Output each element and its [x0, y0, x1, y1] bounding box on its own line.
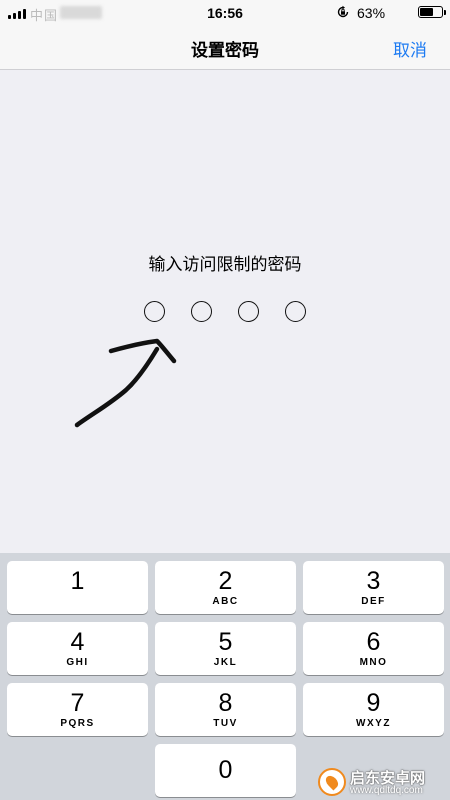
- passcode-dot: [191, 301, 212, 322]
- key-digit: 6: [366, 628, 381, 656]
- key-7[interactable]: 7 PQRS: [7, 683, 148, 736]
- key-letters: TUV: [213, 718, 238, 729]
- passcode-prompt: 输入访问限制的密码: [148, 255, 302, 274]
- battery-icon: [418, 6, 443, 18]
- key-letters: PQRS: [60, 718, 95, 729]
- key-8[interactable]: 8 TUV: [155, 683, 296, 736]
- rotation-lock-icon: [337, 5, 349, 18]
- key-1[interactable]: 1: [7, 561, 148, 614]
- cancel-button[interactable]: 取消: [393, 36, 427, 61]
- key-digit: 8: [218, 689, 233, 717]
- key-6[interactable]: 6 MNO: [303, 622, 444, 675]
- key-digit: 2: [218, 567, 233, 595]
- key-letters: WXYZ: [356, 718, 391, 729]
- key-digit: 0: [218, 756, 233, 784]
- passcode-dot: [285, 301, 306, 322]
- watermark-logo-icon: [318, 768, 346, 796]
- battery-tip: [444, 10, 446, 15]
- watermark: 启东安卓网 www.qdltdq.com: [318, 764, 450, 800]
- key-digit: 3: [366, 567, 381, 595]
- numeric-keypad: 1 2 ABC 3 DEF 4 GHI 5 JKL 6 MNO 7 PQRS 8 TUV 9 WXYZ 0: [0, 553, 450, 800]
- key-digit: 5: [218, 628, 233, 656]
- key-digit: 9: [366, 689, 381, 717]
- key-digit: 4: [70, 628, 85, 656]
- key-letters: MNO: [359, 657, 388, 668]
- key-letters: DEF: [361, 596, 386, 607]
- key-letters: ABC: [212, 596, 239, 607]
- key-9[interactable]: 9 WXYZ: [303, 683, 444, 736]
- key-2[interactable]: 2 ABC: [155, 561, 296, 614]
- status-bar: 中国 16:56 63%: [0, 0, 450, 26]
- hand-drawn-arrow-icon: [74, 338, 177, 428]
- passcode-dot: [144, 301, 165, 322]
- key-digit: 1: [70, 567, 85, 595]
- key-letters: GHI: [66, 657, 89, 668]
- passcode-dot: [238, 301, 259, 322]
- key-4[interactable]: 4 GHI: [7, 622, 148, 675]
- page-title: 设置密码: [191, 41, 259, 60]
- key-5[interactable]: 5 JKL: [155, 622, 296, 675]
- key-letters: JKL: [213, 657, 238, 668]
- passcode-dots: [144, 301, 306, 323]
- battery-percent: 63%: [357, 5, 386, 21]
- watermark-url: www.qdltdq.com: [350, 785, 423, 796]
- key-digit: 7: [70, 689, 85, 717]
- key-3[interactable]: 3 DEF: [303, 561, 444, 614]
- battery-fill: [420, 8, 434, 16]
- key-0[interactable]: 0: [155, 744, 296, 797]
- navigation-bar: 设置密码 取消: [0, 26, 450, 70]
